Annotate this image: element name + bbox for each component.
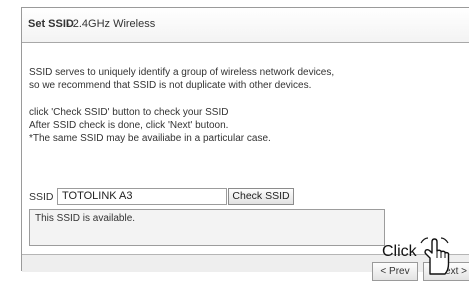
description-line-2: so we recommend that SSID is not duplica… bbox=[29, 80, 312, 91]
ssid-label: SSID bbox=[29, 191, 54, 203]
prev-button[interactable]: < Prev bbox=[372, 262, 418, 281]
instruction-line-2: After SSID check is done, click 'Next' b… bbox=[29, 120, 229, 131]
instruction-line-1: click 'Check SSID' button to check your … bbox=[29, 107, 229, 118]
hand-pointer-icon bbox=[420, 237, 450, 275]
ssid-input[interactable]: TOTOLINK A3 bbox=[57, 188, 227, 205]
dialog-subtitle: - 2.4GHz Wireless bbox=[66, 18, 156, 30]
ssid-check-result: This SSID is available. bbox=[29, 209, 385, 246]
dialog-content: SSID serves to uniquely identify a group… bbox=[22, 44, 469, 254]
click-annotation: Click bbox=[382, 243, 417, 260]
description-line-1: SSID serves to uniquely identify a group… bbox=[29, 67, 335, 78]
instruction-note: *The same SSID may be availiabe in a par… bbox=[29, 133, 271, 144]
set-ssid-dialog: Set SSID - 2.4GHz Wireless SSID serves t… bbox=[21, 7, 469, 272]
check-ssid-button[interactable]: Check SSID bbox=[228, 188, 294, 205]
dialog-header: Set SSID - 2.4GHz Wireless bbox=[22, 8, 469, 43]
